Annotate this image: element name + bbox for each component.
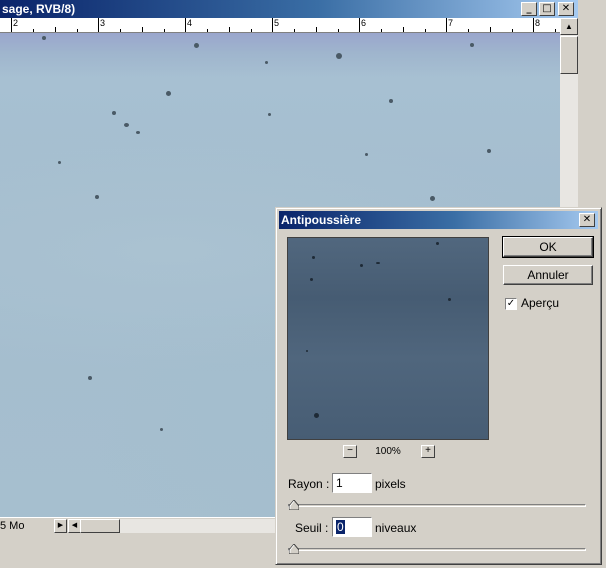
dust-speck bbox=[470, 43, 474, 47]
dust-speck bbox=[360, 264, 363, 267]
cancel-button[interactable]: Annuler bbox=[503, 265, 593, 285]
dust-speck bbox=[160, 428, 163, 431]
zoom-level: 100% bbox=[375, 446, 401, 457]
close-button[interactable]: ✕ bbox=[558, 2, 574, 16]
ruler-minor-tick bbox=[338, 29, 339, 32]
dust-speck bbox=[389, 99, 393, 103]
dust-speck bbox=[112, 111, 116, 115]
preview-checkbox-label: Aperçu bbox=[521, 296, 560, 310]
ruler-minor-tick bbox=[77, 29, 78, 32]
horizontal-scroll-thumb[interactable] bbox=[80, 519, 120, 533]
ruler-label: 3 bbox=[100, 18, 106, 28]
ok-button[interactable]: OK bbox=[502, 236, 594, 258]
ruler-major-tick bbox=[446, 18, 447, 32]
dust-speck bbox=[487, 149, 491, 153]
dust-speck bbox=[365, 153, 368, 156]
ruler-minor-tick bbox=[229, 27, 230, 32]
dust-speck bbox=[336, 53, 342, 59]
radius-slider-thumb[interactable] bbox=[289, 500, 299, 510]
radius-label: Rayon : bbox=[288, 477, 330, 491]
threshold-value: 0 bbox=[336, 520, 345, 534]
ruler-minor-tick bbox=[381, 29, 382, 32]
ruler-major-tick bbox=[533, 18, 534, 32]
zoom-in-button[interactable]: + bbox=[421, 445, 435, 458]
ruler-minor-tick bbox=[468, 29, 469, 32]
dust-speck bbox=[136, 131, 140, 134]
threshold-unit: niveaux bbox=[375, 521, 417, 535]
scroll-up-arrow-icon[interactable]: ▲ bbox=[560, 18, 578, 35]
ruler-label: 8 bbox=[535, 18, 541, 28]
dust-speck bbox=[310, 278, 313, 281]
threshold-slider-thumb[interactable] bbox=[289, 544, 299, 554]
dust-speck bbox=[124, 123, 129, 127]
ruler-label: 5 bbox=[274, 18, 280, 28]
threshold-input[interactable]: 0 bbox=[332, 517, 372, 537]
ruler-major-tick bbox=[98, 18, 99, 32]
dust-speck bbox=[314, 413, 319, 418]
maximize-button[interactable]: □ bbox=[539, 2, 555, 16]
ruler-minor-tick bbox=[207, 29, 208, 32]
dust-speck bbox=[265, 61, 268, 64]
dust-speck bbox=[88, 376, 92, 380]
dust-speck bbox=[306, 350, 308, 352]
ruler-minor-tick bbox=[120, 29, 121, 32]
radius-unit: pixels bbox=[375, 477, 406, 491]
radius-input[interactable]: 1 bbox=[332, 473, 372, 493]
ruler-major-tick bbox=[272, 18, 273, 32]
dust-speck bbox=[268, 113, 271, 116]
status-menu-arrow-icon[interactable]: ▶ bbox=[54, 519, 67, 533]
vertical-scroll-thumb[interactable] bbox=[560, 36, 578, 74]
ruler-minor-tick bbox=[512, 29, 513, 32]
ruler-label: 2 bbox=[13, 18, 19, 28]
ruler-major-tick bbox=[11, 18, 12, 32]
dust-speck bbox=[430, 196, 435, 201]
ruler-label: 6 bbox=[361, 18, 367, 28]
dust-speck bbox=[312, 256, 315, 259]
ruler-major-tick bbox=[185, 18, 186, 32]
threshold-slider-track[interactable] bbox=[288, 548, 586, 551]
ruler-minor-tick bbox=[425, 29, 426, 32]
ruler-minor-tick bbox=[403, 27, 404, 32]
dust-and-scratches-dialog: Antipoussière ✕ − 100% + OK Annuler ✓ Ap… bbox=[275, 207, 602, 565]
ruler-minor-tick bbox=[164, 29, 165, 32]
radius-slider-track[interactable] bbox=[288, 504, 586, 507]
minimize-button[interactable]: _ bbox=[521, 2, 537, 16]
filter-preview[interactable] bbox=[287, 237, 489, 440]
ruler-major-tick bbox=[359, 18, 360, 32]
zoom-out-button[interactable]: − bbox=[343, 445, 357, 458]
document-title: sage, RVB/8) bbox=[2, 2, 76, 16]
dialog-title: Antipoussière bbox=[281, 213, 362, 227]
threshold-label: Seuil : bbox=[295, 521, 329, 535]
ruler-minor-tick bbox=[55, 27, 56, 32]
ruler-minor-tick bbox=[251, 29, 252, 32]
dust-speck bbox=[376, 262, 380, 264]
ruler-label: 7 bbox=[448, 18, 454, 28]
ruler-minor-tick bbox=[294, 29, 295, 32]
dust-speck bbox=[42, 36, 46, 40]
document-size: 5 Mo bbox=[0, 520, 25, 532]
ruler-minor-tick bbox=[33, 29, 34, 32]
horizontal-ruler: 2 3 4 5 6 7 8 bbox=[0, 18, 560, 33]
dust-speck bbox=[194, 43, 199, 48]
ruler-minor-tick bbox=[316, 27, 317, 32]
dialog-close-button[interactable]: ✕ bbox=[579, 213, 595, 227]
preview-checkbox[interactable]: ✓ bbox=[505, 298, 517, 310]
ruler-label: 4 bbox=[187, 18, 193, 28]
dialog-title-bar[interactable]: Antipoussière ✕ bbox=[279, 211, 598, 229]
document-title-bar[interactable]: sage, RVB/8) _ □ ✕ bbox=[0, 0, 578, 18]
dust-speck bbox=[436, 242, 439, 245]
ruler-minor-tick bbox=[555, 29, 556, 32]
dust-speck bbox=[95, 195, 99, 199]
dust-speck bbox=[448, 298, 451, 301]
ruler-minor-tick bbox=[142, 27, 143, 32]
dust-speck bbox=[58, 161, 61, 164]
dust-speck bbox=[166, 91, 171, 96]
ruler-minor-tick bbox=[490, 27, 491, 32]
